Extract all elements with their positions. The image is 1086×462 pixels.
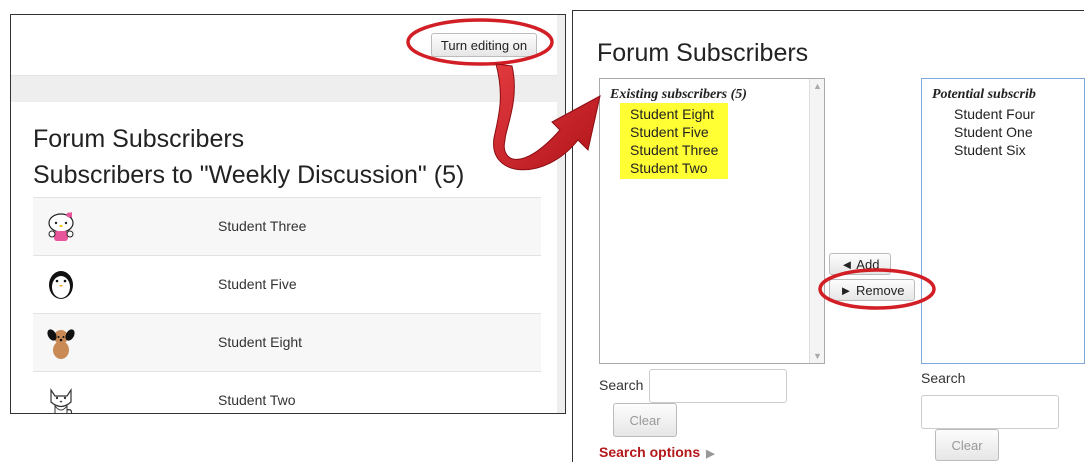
left-screenshot-panel: Turn editing on Forum Subscribers Subscr… — [10, 14, 566, 414]
clear-button[interactable]: Clear — [613, 403, 677, 437]
potential-options: Student Four Student One Student Six — [954, 105, 1035, 159]
expand-arrow-icon: ▶ — [706, 448, 715, 460]
list-item[interactable]: Student One — [954, 123, 1035, 141]
subscriber-name: Student Eight — [218, 334, 303, 350]
subscribers-table: Student Three Student Five Student Eight — [33, 197, 541, 413]
right-screenshot-panel: Forum Subscribers Existing subscribers (… — [572, 10, 1085, 462]
page-header: Turn editing on — [11, 15, 557, 75]
puppy-avatar — [47, 329, 75, 359]
list-item[interactable]: Student Three — [630, 141, 718, 159]
table-row: Student Eight — [33, 313, 541, 371]
table-row: Student Five — [33, 255, 541, 313]
scroll-down-icon[interactable]: ▼ — [813, 351, 822, 361]
existing-options: Student Eight Student Five Student Three… — [620, 103, 729, 179]
page-scrollbar[interactable] — [557, 15, 565, 413]
existing-subscribers-label: Existing subscribers (5) — [610, 87, 747, 102]
cat-avatar — [50, 388, 73, 413]
hello-kitty-avatar — [48, 212, 74, 241]
penguin-avatar — [49, 271, 73, 299]
clear-button[interactable]: Clear — [935, 429, 999, 461]
list-item[interactable]: Student Two — [630, 159, 718, 177]
table-row: Student Three — [33, 197, 541, 255]
subscriber-name: Student Two — [218, 392, 296, 408]
subscriber-name: Student Five — [218, 276, 297, 292]
potential-subscribers-select[interactable]: Potential subscrib Student Four Student … — [921, 78, 1085, 364]
search-options-label[interactable]: Search options — [599, 444, 700, 460]
scrollbar[interactable]: ▲ ▼ — [809, 79, 824, 363]
list-item[interactable]: Student Six — [954, 141, 1035, 159]
list-item[interactable]: Student Five — [630, 123, 718, 141]
remove-button[interactable]: ► Remove — [829, 279, 915, 301]
search-options-link[interactable]: Search options ▶ — [599, 444, 715, 460]
search-label: Search — [599, 377, 644, 393]
list-item[interactable]: Student Four — [954, 105, 1035, 123]
turn-editing-on-button[interactable]: Turn editing on — [431, 33, 537, 57]
page-title: Forum Subscribers — [597, 39, 809, 67]
add-button[interactable]: ◄ Add — [829, 253, 891, 275]
search-input-potential[interactable] — [921, 395, 1059, 429]
potential-subscribers-label: Potential subscrib — [932, 87, 1036, 102]
subscriber-name: Student Three — [218, 218, 307, 234]
table-row: Student Two — [33, 371, 541, 413]
scroll-up-icon[interactable]: ▲ — [813, 81, 822, 91]
search-label: Search — [921, 370, 966, 386]
subscribers-heading: Subscribers to "Weekly Discussion" (5) — [33, 161, 465, 189]
list-item[interactable]: Student Eight — [630, 105, 718, 123]
header-band — [11, 75, 557, 102]
search-input-existing[interactable] — [649, 369, 787, 403]
page-title: Forum Subscribers — [33, 125, 245, 153]
existing-subscribers-select[interactable]: Existing subscribers (5) Student Eight S… — [599, 78, 825, 364]
